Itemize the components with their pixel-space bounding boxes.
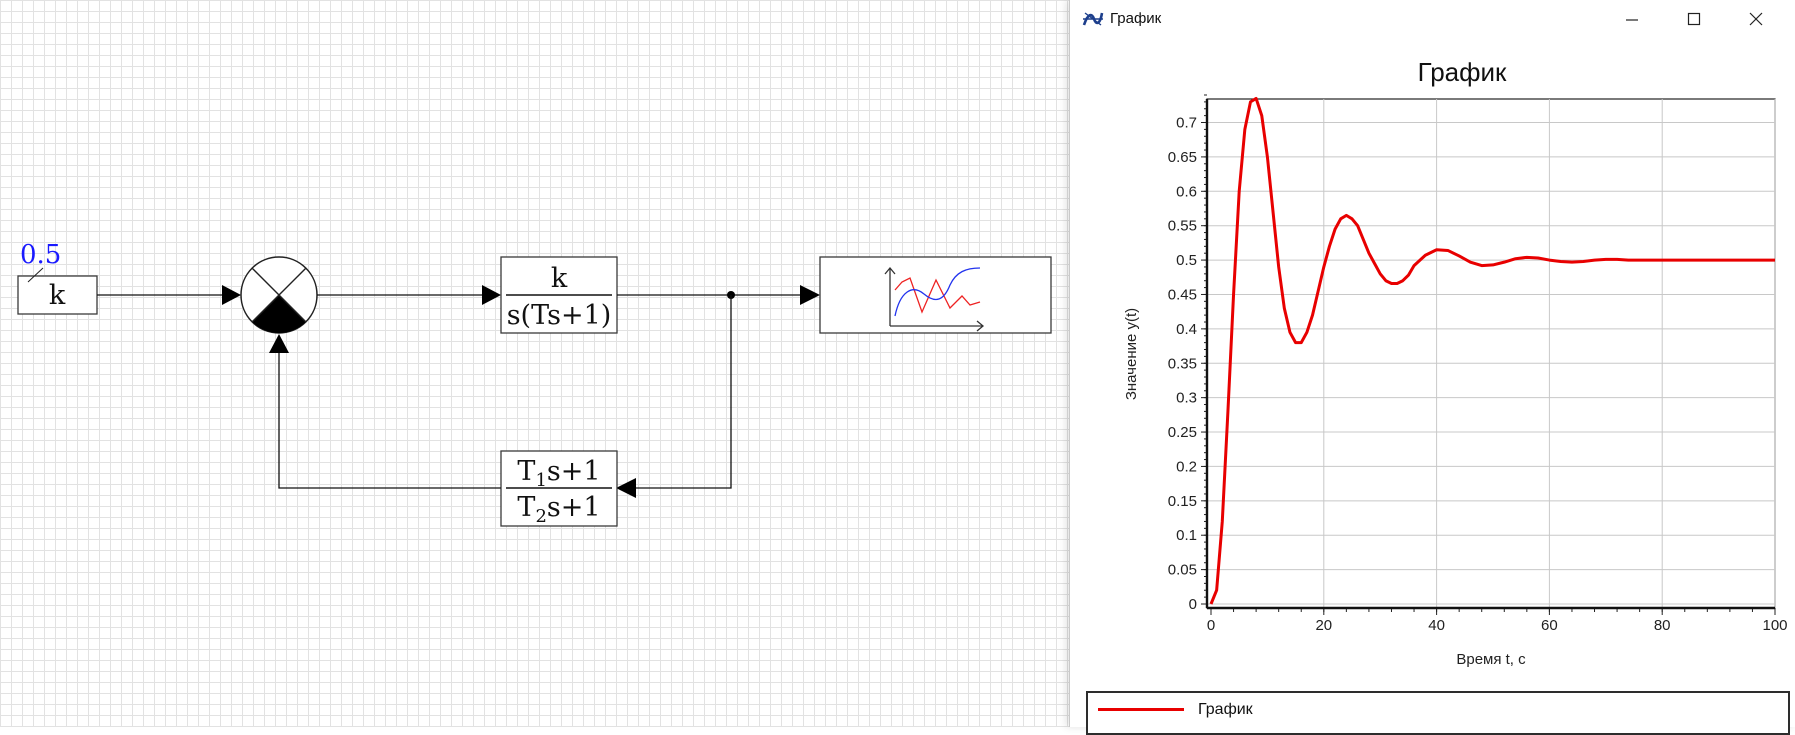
title-bar[interactable]: График bbox=[1070, 0, 1795, 40]
y-tick-label: 0.55 bbox=[1168, 218, 1197, 235]
constant-block-label: k bbox=[49, 280, 66, 311]
x-tick-label: 40 bbox=[1428, 617, 1445, 634]
y-tick-label: 0.1 bbox=[1176, 527, 1197, 544]
summing-junction[interactable] bbox=[240, 256, 318, 334]
x-tick-label: 0 bbox=[1207, 617, 1215, 634]
window-title: График bbox=[1110, 10, 1162, 27]
arrow-into-scope bbox=[800, 285, 820, 305]
feedback-transfer-block[interactable]: T1s+1 T2s+1 bbox=[500, 450, 618, 527]
legend-label: График bbox=[1198, 701, 1253, 718]
maximize-button[interactable] bbox=[1664, 0, 1724, 38]
y-tick-label: 0.65 bbox=[1168, 149, 1197, 166]
minimize-icon bbox=[1626, 19, 1638, 21]
y-tick-label: 0.3 bbox=[1176, 390, 1197, 407]
chart-window[interactable]: График График 0 0.05 0.1 0.15 0.2 0.25 0.3 0.35… bbox=[1069, 0, 1795, 735]
y-tick-label: 0.5 bbox=[1176, 252, 1197, 269]
y-tick-label: 0.25 bbox=[1168, 424, 1197, 441]
diagram-canvas[interactable]: k 0.5 k s(Ts+1) T1s+1 T2s+1 bbox=[0, 0, 1070, 727]
y-tick-label: 0.35 bbox=[1168, 355, 1197, 372]
arrow-into-summer bbox=[222, 285, 241, 305]
block-diagram: k 0.5 k s(Ts+1) T1s+1 T2s+1 bbox=[17, 240, 1052, 527]
constant-value: 0.5 bbox=[20, 240, 61, 270]
app-logo-icon bbox=[1082, 12, 1104, 26]
line-chart: График 0 0.05 0.1 0.15 0.2 0.25 0.3 0.35 0.4 0.45… bbox=[1123, 57, 1788, 668]
y-tick-label: 0.4 bbox=[1176, 321, 1197, 338]
maximize-icon bbox=[1687, 12, 1701, 26]
wire-feedback-to-summer bbox=[278, 353, 501, 489]
x-axis-ticks: 0 20 40 60 80 100 bbox=[1207, 608, 1788, 634]
y-tick-label: 0.7 bbox=[1176, 115, 1197, 132]
x-tick-label: 100 bbox=[1762, 617, 1787, 634]
forward-denominator: s(Ts+1) bbox=[507, 300, 612, 331]
plot-area bbox=[1206, 98, 1776, 609]
y-tick-label: 0.6 bbox=[1176, 183, 1197, 200]
y-tick-label: 0.45 bbox=[1168, 286, 1197, 303]
chart-title: График bbox=[1418, 57, 1507, 87]
arrow-into-forward bbox=[482, 285, 501, 305]
y-tick-label: 0 bbox=[1189, 596, 1197, 613]
y-axis-label: Значение y(t) bbox=[1123, 308, 1140, 400]
arrow-into-summer-bottom bbox=[269, 334, 289, 353]
y-tick-label: 0.2 bbox=[1176, 458, 1197, 475]
x-tick-label: 60 bbox=[1541, 617, 1558, 634]
y-tick-label: 0.05 bbox=[1168, 562, 1197, 579]
wire-branch-to-feedback bbox=[636, 295, 732, 489]
scope-block[interactable] bbox=[819, 256, 1052, 334]
x-tick-label: 80 bbox=[1654, 617, 1671, 634]
y-axis-ticks: 0 0.05 0.1 0.15 0.2 0.25 0.3 0.35 0.4 0.45 0.5 0.55… bbox=[1168, 115, 1207, 613]
y-tick-label: 0.15 bbox=[1168, 493, 1197, 510]
constant-block[interactable]: k bbox=[17, 267, 98, 315]
forward-transfer-block[interactable]: k s(Ts+1) bbox=[500, 256, 618, 334]
arrow-into-feedback bbox=[616, 478, 636, 498]
chart-legend: График bbox=[1086, 691, 1790, 735]
x-tick-label: 20 bbox=[1315, 617, 1332, 634]
close-icon bbox=[1749, 12, 1763, 26]
close-button[interactable] bbox=[1726, 0, 1786, 38]
minimize-button[interactable] bbox=[1602, 0, 1662, 38]
forward-numerator: k bbox=[551, 263, 568, 294]
feedback-denominator: T2s+1 bbox=[517, 492, 600, 527]
x-axis-label: Время t, c bbox=[1456, 651, 1526, 668]
legend-swatch bbox=[1098, 708, 1184, 711]
feedback-numerator: T1s+1 bbox=[517, 456, 600, 491]
